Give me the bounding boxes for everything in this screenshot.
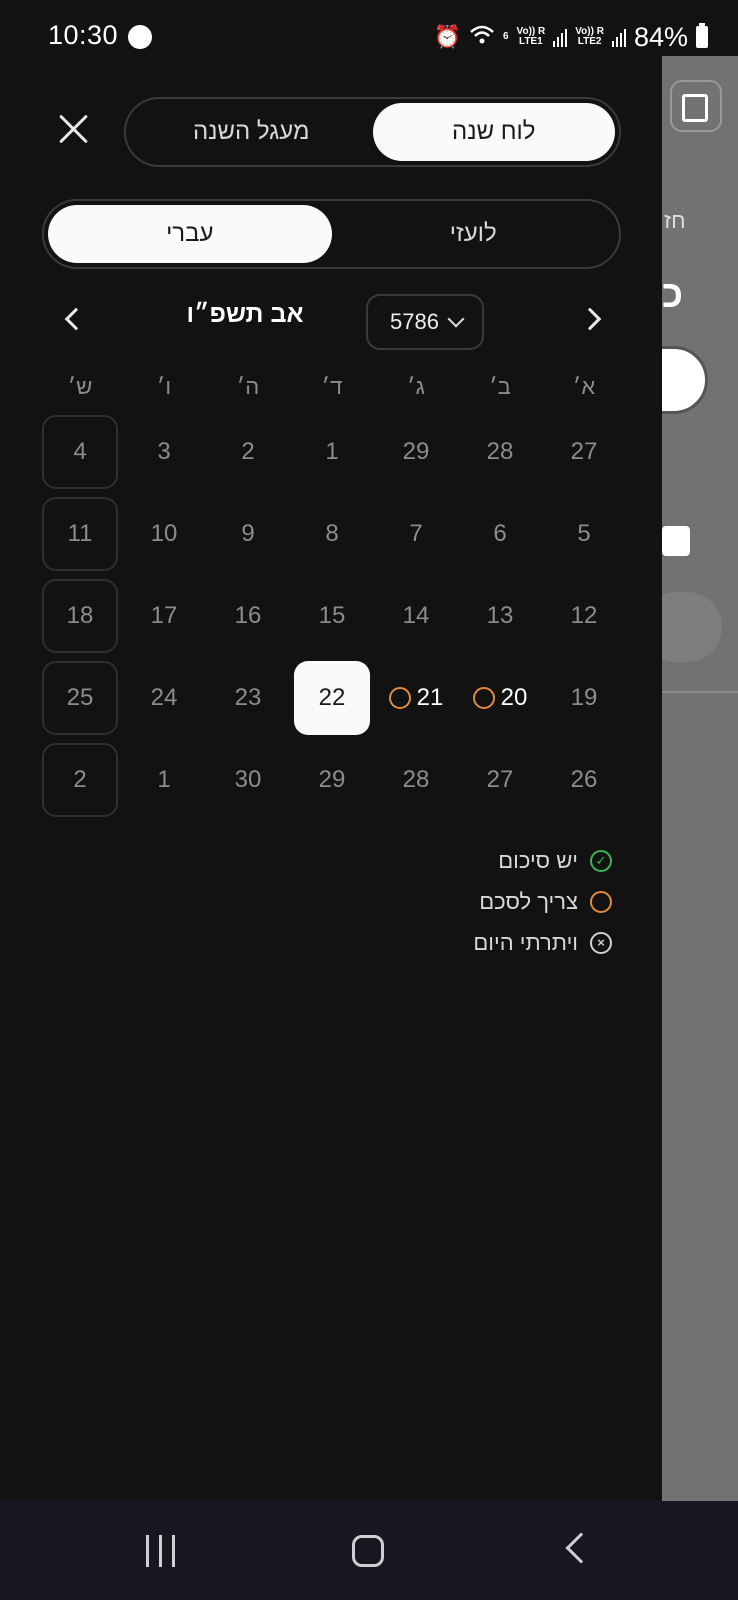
background-app: חז כ [622, 56, 738, 1501]
empty-circle-icon [388, 687, 411, 709]
battery-percent: 84% [633, 21, 688, 52]
divider [662, 691, 738, 693]
calendar-week: 12 13 14 15 16 17 18 [38, 578, 626, 654]
calendar-day-today[interactable]: 22 [290, 660, 374, 736]
year-select[interactable]: 5786 [366, 294, 484, 350]
wifi-icon [469, 24, 495, 51]
calendar-week: 5 6 7 8 9 10 11 [38, 496, 626, 572]
calendar-day[interactable]: 29 [290, 742, 374, 818]
x-circle-icon: × [590, 931, 612, 954]
background-checkbox [662, 526, 690, 556]
close-icon[interactable] [52, 108, 96, 152]
sim1-label: Vo)) R LTE1 [516, 26, 546, 47]
tab-year-cycle[interactable]: מעגל השנה [130, 103, 373, 161]
wifi-generation: 6 [502, 31, 509, 42]
calendar-day-shabbat[interactable]: 25 [38, 660, 122, 736]
weekday-label: ו׳ [156, 374, 172, 399]
status-icons: ⏰ 6 Vo)) R LTE1 Vo)) R LTE2 84% [434, 22, 708, 52]
tab-calendar[interactable]: לוח שנה [372, 103, 615, 161]
calendar-day[interactable]: 9 [206, 496, 290, 572]
calendar-day[interactable]: 3 [122, 414, 206, 490]
clock: 10:30 [48, 20, 119, 50]
background-heading: כ [662, 274, 684, 316]
calendar-day[interactable]: 19 [542, 660, 626, 736]
back-icon[interactable] [565, 1532, 597, 1564]
calendar-day[interactable]: 13 [458, 578, 542, 654]
calendar-day[interactable]: 29 [374, 414, 458, 490]
legend-item: × ויתרתי היום [473, 928, 612, 957]
alarm-icon: ⏰ [433, 24, 461, 49]
weekday-header: א׳ ב׳ ג׳ ד׳ ה׳ ו׳ ש׳ [38, 374, 626, 414]
calendar-day[interactable]: 27 [458, 742, 542, 818]
calendar-week: 27 28 29 1 2 3 4 [38, 414, 626, 490]
battery-icon [696, 23, 708, 48]
calendar-day[interactable]: 8 [290, 496, 374, 572]
sim2-label: Vo)) R LTE2 [575, 26, 604, 47]
calendar-day-shabbat[interactable]: 4 [38, 414, 122, 490]
weekday-label: ב׳ [489, 374, 511, 399]
weekday-label: ש׳ [67, 374, 93, 399]
chevron-left-icon[interactable] [60, 306, 84, 330]
calendar-day[interactable]: 26 [542, 742, 626, 818]
calendar-day[interactable]: 7 [374, 496, 458, 572]
calendar-week: 26 27 28 29 30 1 2 [38, 742, 626, 818]
calendar-day-shabbat[interactable]: 11 [38, 496, 122, 572]
calendar-day[interactable]: 2 [206, 414, 290, 490]
recent-apps-icon[interactable] [146, 1535, 178, 1567]
account-icon [128, 25, 152, 49]
calendar-week: 19 20 21 22 23 24 25 [38, 660, 626, 736]
calendar-day[interactable]: 6 [458, 496, 542, 572]
home-icon[interactable] [352, 1535, 384, 1567]
legend-item: צריך לסכם [473, 887, 612, 916]
calendar-day[interactable]: 15 [290, 578, 374, 654]
chevron-down-icon [447, 310, 465, 328]
calendar-day[interactable]: 30 [206, 742, 290, 818]
empty-circle-icon [590, 890, 612, 913]
weekday-label: ג׳ [407, 374, 425, 399]
calendar-day[interactable]: 28 [374, 742, 458, 818]
calendar-drawer: לוח שנה מעגל השנה לועזי עברי אב תשפ״ו 57… [0, 56, 662, 1501]
background-text: חז [664, 208, 686, 233]
tab-hebrew[interactable]: עברי [48, 205, 332, 263]
status-legend: ✓ יש סיכום צריך לסכם × ויתרתי היום [473, 846, 612, 957]
empty-circle-icon [472, 687, 495, 709]
signal-icon [553, 27, 568, 47]
year-value: 5786 [390, 309, 439, 334]
calendar-day[interactable]: 1 [122, 742, 206, 818]
calendar-grid: 27 28 29 1 2 3 4 5 6 7 8 9 10 11 12 13 1… [38, 414, 626, 818]
calendar-day-shabbat[interactable]: 2 [38, 742, 122, 818]
calendar-day[interactable]: 28 [458, 414, 542, 490]
calendar-day[interactable]: 1 [290, 414, 374, 490]
chevron-right-icon[interactable] [580, 306, 604, 330]
calendar-day[interactable]: 24 [122, 660, 206, 736]
calendar-day[interactable]: 16 [206, 578, 290, 654]
weekday-label: א׳ [572, 374, 596, 399]
month-title: אב תשפ״ו [186, 300, 304, 328]
calendar-day[interactable]: 10 [122, 496, 206, 572]
calendar-day-needs-summary[interactable]: 21 [374, 660, 458, 736]
calendar-day-shabbat[interactable]: 18 [38, 578, 122, 654]
calendar-day[interactable]: 23 [206, 660, 290, 736]
weekday-label: ה׳ [236, 374, 260, 399]
tab-gregorian[interactable]: לועזי [332, 205, 616, 263]
check-circle-icon: ✓ [590, 849, 612, 872]
signal-icon [611, 27, 626, 47]
legend-item: ✓ יש סיכום [473, 846, 612, 875]
calendar-day[interactable]: 12 [542, 578, 626, 654]
calendar-day-needs-summary[interactable]: 20 [458, 660, 542, 736]
weekday-label: ד׳ [321, 374, 343, 399]
calendar-day[interactable]: 14 [374, 578, 458, 654]
calendar-day[interactable]: 17 [122, 578, 206, 654]
calendar-day[interactable]: 5 [542, 496, 626, 572]
system-nav-bar [0, 1501, 738, 1600]
view-tabs: לוח שנה מעגל השנה [124, 97, 621, 167]
calendar-day[interactable]: 27 [542, 414, 626, 490]
menu-icon[interactable] [670, 80, 722, 132]
calendar-type-tabs: לועזי עברי [42, 199, 621, 269]
